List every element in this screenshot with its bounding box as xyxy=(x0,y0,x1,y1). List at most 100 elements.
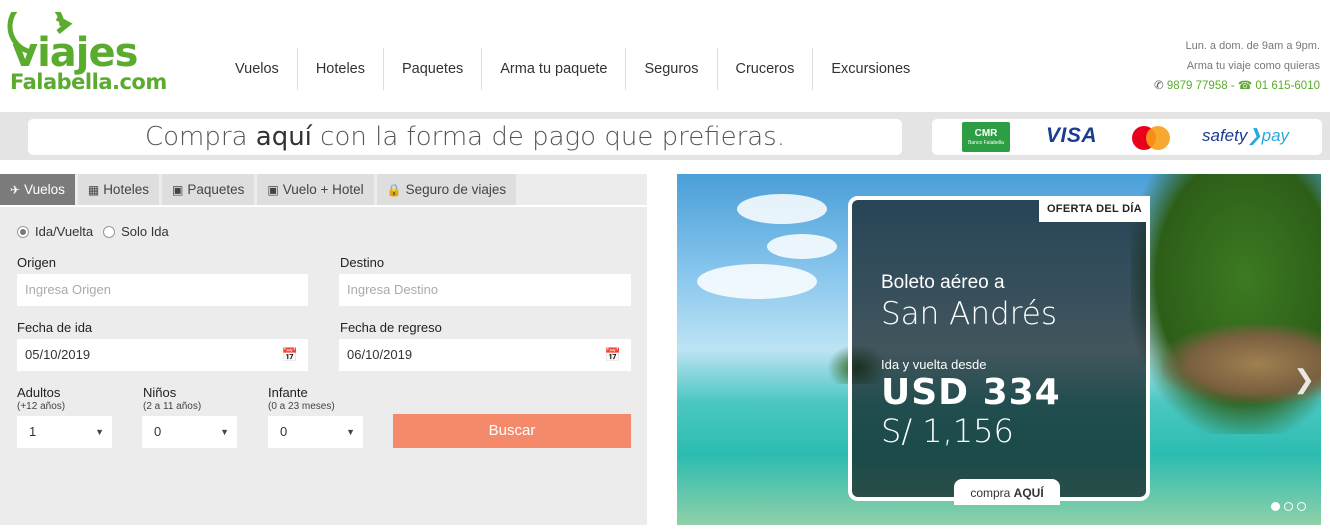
safetypay-logo: safety❯pay xyxy=(1202,126,1289,146)
mastercard-logo xyxy=(1130,125,1174,151)
origen-input[interactable]: Ingresa Origen xyxy=(17,274,308,306)
carousel-dot[interactable] xyxy=(1271,502,1280,511)
safetypay-arrow-icon: ❯ xyxy=(1247,126,1262,145)
whatsapp-icon: ✆ xyxy=(1154,80,1164,92)
search-button[interactable]: Buscar xyxy=(393,414,631,448)
calendar-icon[interactable]: 📅 xyxy=(282,339,298,371)
destino-input[interactable]: Ingresa Destino xyxy=(339,274,631,306)
payment-banner: Compra aquí con la forma de pago que pre… xyxy=(0,112,1330,160)
suitcase-icon: ▣ xyxy=(171,183,184,197)
hero-cloud xyxy=(767,234,837,259)
offer-line3: Ida y vuelta desde xyxy=(881,357,987,372)
tab-label: Seguro de viajes xyxy=(405,182,507,197)
carousel-dot[interactable] xyxy=(1284,502,1293,511)
compra-text-bold: AQUÍ xyxy=(1013,486,1044,500)
tab-label: Paquetes xyxy=(187,182,245,197)
nav-item-arma-tu-paquete[interactable]: Arma tu paquete xyxy=(482,48,627,90)
infante-sublabel: (0 a 23 meses) xyxy=(268,401,335,412)
radio-oneway[interactable] xyxy=(103,225,116,238)
nav-item-paquetes[interactable]: Paquetes xyxy=(384,48,483,90)
contact-hours: Lun. a dom. de 9am a 9pm. xyxy=(1185,40,1320,52)
logo-text-falabella: Falabella.com xyxy=(10,70,167,94)
ninos-sublabel: (2 a 11 años) xyxy=(143,401,202,412)
nav-item-seguros[interactable]: Seguros xyxy=(626,48,718,90)
infante-label: Infante xyxy=(268,385,308,400)
chevron-right-icon[interactable]: ❯ xyxy=(1293,364,1315,395)
hero-cloud xyxy=(737,194,827,224)
tab-vuelos[interactable]: ✈ Vuelos xyxy=(0,174,75,205)
phone-icon: ☎ xyxy=(1237,80,1253,92)
fecha-ida-value: 05/10/2019 xyxy=(25,347,91,362)
offer-line1: Boleto aéreo a xyxy=(881,272,1005,293)
adultos-select[interactable]: 1 ▼ xyxy=(17,416,112,448)
offer-price-usd: USD 334 xyxy=(881,372,1061,413)
fecha-regreso-value: 06/10/2019 xyxy=(347,347,413,362)
dropdown-arrow-icon: ▼ xyxy=(220,427,229,437)
cmr-logo: CMR Banco Falabella xyxy=(962,122,1010,152)
main-nav: Vuelos Hoteles Paquetes Arma tu paquete … xyxy=(217,48,928,90)
tab-vuelo-hotel[interactable]: ▣ Vuelo + Hotel xyxy=(257,174,374,205)
infante-value: 0 xyxy=(280,424,288,439)
plane-icon: ✈ xyxy=(10,183,21,197)
nav-item-vuelos[interactable]: Vuelos xyxy=(217,48,298,90)
payment-methods: CMR Banco Falabella VISA safety❯pay xyxy=(932,119,1322,155)
tabs-divider xyxy=(0,205,647,207)
ninos-value: 0 xyxy=(154,424,162,439)
cmr-logo-subtext: Banco Falabella xyxy=(968,140,1004,146)
tab-paquetes[interactable]: ▣ Paquetes xyxy=(161,174,255,205)
nav-item-cruceros[interactable]: Cruceros xyxy=(718,48,814,90)
adultos-value: 1 xyxy=(29,424,37,439)
offer-tag: OFERTA DEL DÍA xyxy=(1038,196,1150,222)
nav-item-hoteles[interactable]: Hoteles xyxy=(298,48,384,90)
adultos-sublabel: (+12 años) xyxy=(17,401,66,412)
dropdown-arrow-icon: ▼ xyxy=(95,427,104,437)
adultos-label: Adultos xyxy=(17,385,61,400)
safetypay-logo-text: safety xyxy=(1202,126,1248,145)
carousel-dots xyxy=(1271,502,1306,511)
tab-label: Vuelo + Hotel xyxy=(282,182,364,197)
compra-text: compra xyxy=(970,486,1014,500)
offer-card[interactable]: OFERTA DEL DÍA Boleto aéreo a San Andrés… xyxy=(848,196,1150,505)
whatsapp-number[interactable]: 9879 77958 xyxy=(1167,80,1228,92)
building-icon: ▦ xyxy=(87,183,100,197)
fecha-regreso-input[interactable]: 06/10/2019 📅 xyxy=(339,339,631,371)
ninos-label: Niños xyxy=(143,385,177,400)
trip-type-options: Ida/Vuelta Solo Ida xyxy=(17,224,169,239)
origen-label: Origen xyxy=(17,255,57,270)
dropdown-arrow-icon: ▼ xyxy=(346,427,355,437)
hero-cloud xyxy=(697,264,817,299)
tab-seguro-de-viajes[interactable]: 🔒 Seguro de viajes xyxy=(376,174,517,205)
contact-tagline: Arma tu viaje como quieras xyxy=(1186,60,1320,72)
lock-icon: 🔒 xyxy=(386,183,402,197)
product-tabs: ✈ Vuelos ▦ Hoteles ▣ Paquetes ▣ Vuelo + Hote… xyxy=(0,174,519,205)
calendar-icon[interactable]: 📅 xyxy=(605,339,621,371)
fecha-regreso-label: Fecha de regreso xyxy=(340,320,442,335)
destino-label: Destino xyxy=(340,255,385,270)
contact-info: Lun. a dom. de 9am a 9pm. Arma tu viaje … xyxy=(1154,36,1320,96)
tab-label: Vuelos xyxy=(24,182,65,197)
tab-label: Hoteles xyxy=(103,182,149,197)
phone-separator: - xyxy=(1230,80,1235,92)
offer-price-soles: S/ 1,156 xyxy=(881,412,1014,450)
radio-oneway-label[interactable]: Solo Ida xyxy=(121,224,169,239)
phone-number[interactable]: 01 615-6010 xyxy=(1255,80,1320,92)
visa-logo: VISA xyxy=(1046,124,1098,147)
payment-banner-message[interactable]: Compra aquí con la forma de pago que pre… xyxy=(28,119,902,155)
banner-text-pre: Compra xyxy=(144,122,256,152)
carousel-dot[interactable] xyxy=(1297,502,1306,511)
infante-select[interactable]: 0 ▼ xyxy=(268,416,363,448)
compra-aqui-button[interactable]: compra AQUÍ xyxy=(954,479,1060,505)
radio-roundtrip-label[interactable]: Ida/Vuelta xyxy=(35,224,93,239)
contact-phones: ✆ 9879 77958 - ☎ 01 615-6010 xyxy=(1154,76,1320,96)
tab-hoteles[interactable]: ▦ Hoteles xyxy=(77,174,159,205)
hero-carousel[interactable]: OFERTA DEL DÍA Boleto aéreo a San Andrés… xyxy=(677,174,1321,525)
radio-roundtrip[interactable] xyxy=(17,225,29,238)
fecha-ida-label: Fecha de ida xyxy=(17,320,93,335)
banner-text-post: con la forma de pago que prefieras. xyxy=(311,122,785,152)
fecha-ida-input[interactable]: 05/10/2019 📅 xyxy=(17,339,308,371)
ninos-select[interactable]: 0 ▼ xyxy=(142,416,237,448)
nav-item-excursiones[interactable]: Excursiones xyxy=(813,48,928,90)
safetypay-logo-text-pay: pay xyxy=(1261,126,1290,145)
offer-destination: San Andrés xyxy=(881,296,1057,332)
site-logo[interactable]: viajes Falabella.com xyxy=(2,12,167,94)
